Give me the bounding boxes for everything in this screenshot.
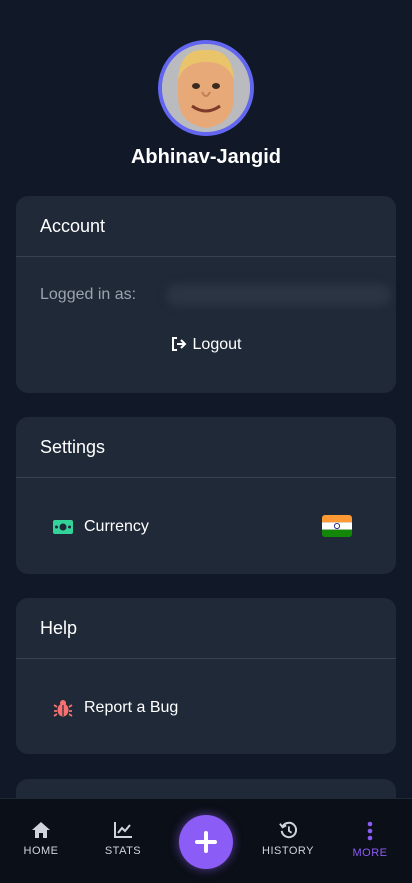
nav-stats[interactable]: STATS (83, 821, 163, 857)
logged-in-label: Logged in as: (40, 286, 137, 303)
nav-history-label: HISTORY (262, 845, 314, 857)
chart-line-icon (114, 822, 132, 838)
plus-icon (195, 831, 217, 853)
bottom-nav: HOME STATS HISTORY MORE (0, 798, 412, 883)
help-card: Help Report a Bug (16, 598, 396, 754)
settings-card: Settings Currency (16, 417, 396, 574)
account-card: Account Logged in as: Logout (16, 196, 396, 393)
report-bug-row[interactable]: Report a Bug (52, 697, 178, 719)
profile-header: Abhinav-Jangid (0, 40, 412, 169)
home-icon (32, 822, 50, 838)
logout-icon (171, 337, 186, 351)
add-button[interactable] (179, 815, 233, 869)
help-title: Help (16, 598, 396, 659)
blurred-email (166, 284, 391, 306)
currency-row[interactable]: Currency (52, 516, 149, 538)
nav-history[interactable]: HISTORY (248, 821, 328, 857)
nav-more-label: MORE (352, 847, 388, 859)
currency-label: Currency (84, 518, 149, 535)
history-icon (279, 821, 298, 839)
india-flag-icon[interactable] (322, 515, 352, 537)
report-bug-label: Report a Bug (84, 699, 179, 716)
username: Abhinav-Jangid (130, 146, 281, 168)
account-title: Account (16, 196, 396, 257)
logout-button[interactable]: Logout (16, 336, 396, 354)
settings-title: Settings (16, 417, 396, 478)
logout-label: Logout (192, 336, 242, 353)
money-bill-icon (52, 516, 74, 538)
avatar[interactable] (158, 40, 254, 136)
bug-icon (52, 697, 74, 719)
nav-stats-label: STATS (104, 845, 142, 857)
vertical-dots-icon (367, 821, 373, 841)
nav-more[interactable]: MORE (330, 821, 410, 859)
nav-home[interactable]: HOME (1, 821, 81, 857)
nav-home-label: HOME (23, 845, 59, 857)
